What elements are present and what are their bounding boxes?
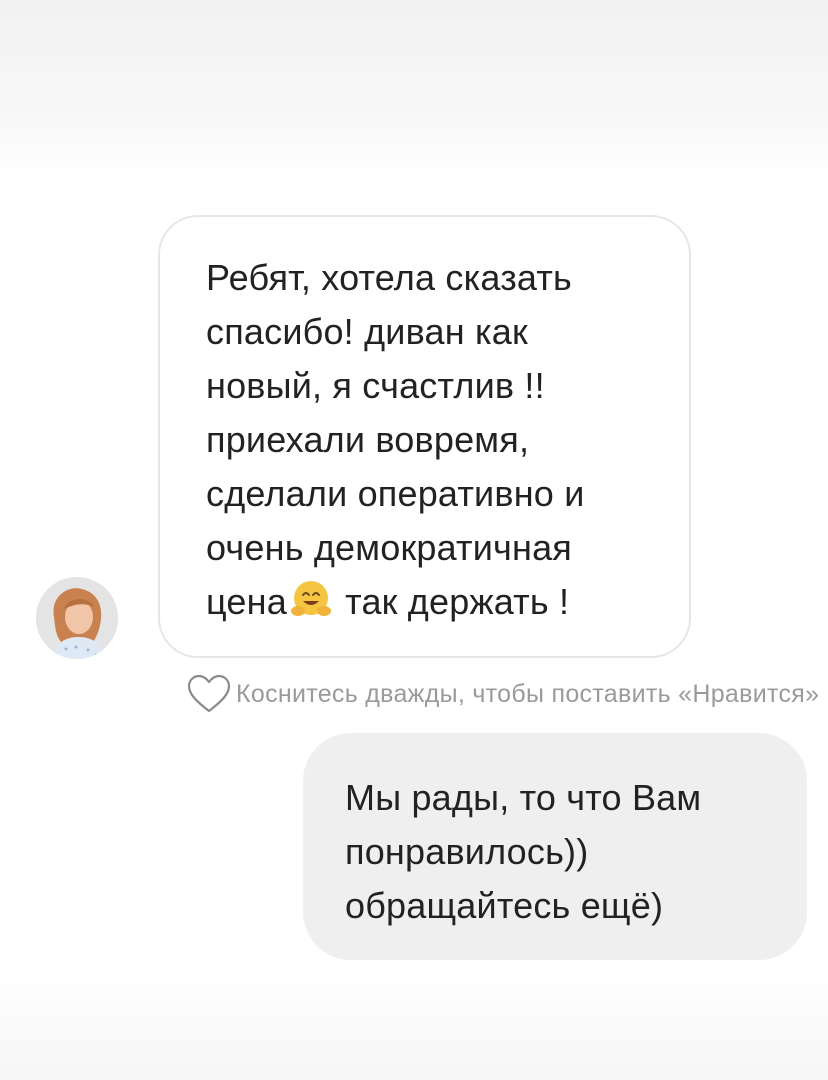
- incoming-message-text-part-1: Ребят, хотела сказать спасибо! диван как…: [206, 257, 585, 622]
- double-tap-like-hint: Коснитесь дважды, чтобы поставить «Нрави…: [186, 672, 828, 716]
- hugging-face-emoji-icon: [290, 581, 331, 616]
- incoming-message-text: Ребят, хотела сказать спасибо! диван как…: [206, 251, 659, 629]
- outgoing-message-text: Мы рады, то что Вам понравилось)) обраща…: [345, 777, 702, 926]
- outgoing-message-bubble[interactable]: Мы рады, то что Вам понравилось)) обраща…: [303, 733, 807, 960]
- sender-avatar[interactable]: [36, 577, 118, 659]
- avatar-photo-icon: [36, 577, 118, 659]
- incoming-message-bubble[interactable]: Ребят, хотела сказать спасибо! диван как…: [158, 215, 691, 658]
- incoming-message-text-part-2: так держать !: [334, 581, 570, 622]
- bottom-area-fade: [0, 965, 828, 1080]
- message-thread: Ребят, хотела сказать спасибо! диван как…: [0, 0, 828, 1080]
- like-hint-text: Коснитесь дважды, чтобы поставить «Нрави…: [236, 679, 820, 708]
- heart-outline-icon[interactable]: [186, 674, 232, 714]
